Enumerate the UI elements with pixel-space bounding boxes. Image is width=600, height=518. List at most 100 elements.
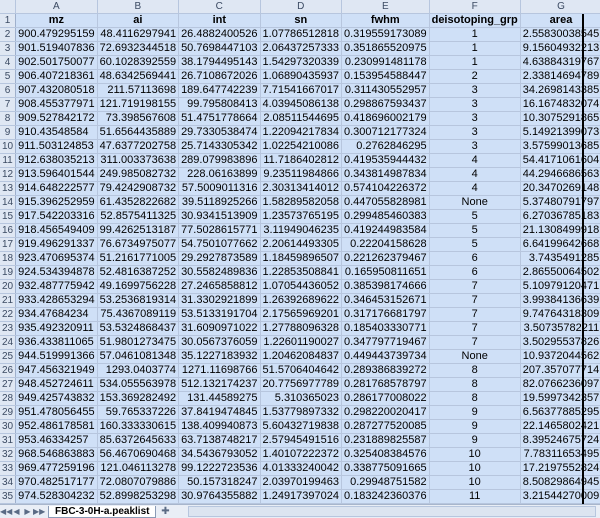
- data-cell[interactable]: 51.9801273475: [97, 335, 180, 350]
- data-cell[interactable]: 0.281768578797: [341, 377, 430, 392]
- data-cell[interactable]: 2.57945491516: [260, 433, 343, 448]
- data-cell[interactable]: 3.50735782211: [520, 321, 600, 336]
- data-cell[interactable]: 0.300712177324: [341, 125, 430, 140]
- data-cell[interactable]: 10.9372044562: [520, 349, 600, 364]
- data-cell[interactable]: 910.43548584: [15, 125, 98, 140]
- data-cell[interactable]: 1.24917397024: [260, 489, 343, 504]
- row-header[interactable]: 21: [0, 293, 17, 308]
- data-cell[interactable]: 918.456549409: [15, 223, 98, 238]
- data-cell[interactable]: 30.0567376059: [178, 335, 261, 350]
- data-cell[interactable]: 0.317176681797: [341, 307, 430, 322]
- data-cell[interactable]: 0.22204158628: [341, 237, 430, 252]
- data-cell[interactable]: 512.132174237: [178, 377, 261, 392]
- data-cell[interactable]: 9: [429, 433, 521, 448]
- data-cell[interactable]: 0.347797719467: [341, 335, 430, 350]
- data-cell[interactable]: 948.452724611: [15, 377, 98, 392]
- data-cell[interactable]: 5.60432719838: [260, 419, 343, 434]
- data-cell[interactable]: 534.055563978: [97, 377, 180, 392]
- data-cell[interactable]: 44.2946686563: [520, 167, 600, 182]
- data-cell[interactable]: 1.22094217834: [260, 125, 343, 140]
- data-cell[interactable]: 5.10979120471: [520, 279, 600, 294]
- data-cell[interactable]: 901.519407836: [15, 41, 98, 56]
- data-cell[interactable]: 0.230991481178: [341, 55, 430, 70]
- row-header[interactable]: 30: [0, 419, 17, 434]
- data-cell[interactable]: 1: [429, 41, 521, 56]
- data-cell[interactable]: 51.6564435889: [97, 125, 180, 140]
- data-cell[interactable]: 3: [429, 83, 521, 98]
- data-cell[interactable]: 7: [429, 321, 521, 336]
- data-cell[interactable]: 902.501750077: [15, 55, 98, 70]
- data-cell[interactable]: 4.63884319767: [520, 55, 600, 70]
- data-cell[interactable]: 50.7698447103: [178, 41, 261, 56]
- data-cell[interactable]: 900.479295159: [15, 27, 98, 42]
- data-cell[interactable]: 19.5997342357: [520, 391, 600, 406]
- data-cell[interactable]: 912.638035213: [15, 153, 98, 168]
- data-cell[interactable]: 4: [429, 167, 521, 182]
- data-cell[interactable]: 5: [429, 237, 521, 252]
- data-cell[interactable]: 121.719198155: [97, 97, 180, 112]
- data-cell[interactable]: 72.0807079886: [97, 475, 180, 490]
- data-cell[interactable]: 0.286177008022: [341, 391, 430, 406]
- data-cell[interactable]: 56.4670690468: [97, 447, 180, 462]
- data-cell[interactable]: 1.58289582058: [260, 195, 343, 210]
- data-cell[interactable]: 4.03945086138: [260, 97, 343, 112]
- data-cell[interactable]: 909.527842172: [15, 111, 98, 126]
- data-cell[interactable]: 0.419535944432: [341, 153, 430, 168]
- data-cell[interactable]: 934.47684234: [15, 307, 98, 322]
- data-cell[interactable]: 9.74764318309: [520, 307, 600, 322]
- data-cell[interactable]: 944.519991366: [15, 349, 98, 364]
- data-cell[interactable]: 0.298220020417: [341, 405, 430, 420]
- data-cell[interactable]: 1.54297320339: [260, 55, 343, 70]
- data-cell[interactable]: 2.08511544695: [260, 111, 343, 126]
- data-cell[interactable]: 919.496291337: [15, 237, 98, 252]
- data-cell[interactable]: 2.33814694789: [520, 69, 600, 84]
- data-cell[interactable]: 3: [429, 139, 521, 154]
- data-cell[interactable]: 7: [429, 335, 521, 350]
- data-cell[interactable]: 935.492320911: [15, 321, 98, 336]
- row-header[interactable]: 20: [0, 279, 17, 294]
- column-title-cell[interactable]: mz: [15, 13, 98, 28]
- data-cell[interactable]: 1: [429, 27, 521, 42]
- data-cell[interactable]: 1.22853508841: [260, 265, 343, 280]
- column-header-g[interactable]: G: [520, 0, 600, 14]
- data-cell[interactable]: 3.11949046235: [260, 223, 343, 238]
- row-header[interactable]: 24: [0, 335, 17, 350]
- data-cell[interactable]: 27.2465858812: [178, 279, 261, 294]
- new-sheet-icon[interactable]: ✚: [158, 506, 172, 517]
- data-cell[interactable]: 311.003373638: [97, 153, 180, 168]
- data-cell[interactable]: 138.409940873: [178, 419, 261, 434]
- data-cell[interactable]: 0.153954588447: [341, 69, 430, 84]
- row-header[interactable]: 16: [0, 223, 17, 238]
- data-cell[interactable]: 0.418696002179: [341, 111, 430, 126]
- data-cell[interactable]: 911.503124853: [15, 139, 98, 154]
- data-cell[interactable]: 51.4751778664: [178, 111, 261, 126]
- data-cell[interactable]: 10: [429, 447, 521, 462]
- row-header[interactable]: 12: [0, 167, 17, 182]
- data-cell[interactable]: 6: [429, 265, 521, 280]
- row-header[interactable]: 32: [0, 447, 17, 462]
- data-cell[interactable]: 915.396252959: [15, 195, 98, 210]
- column-header-c[interactable]: C: [178, 0, 261, 14]
- data-cell[interactable]: 2.30313414012: [260, 181, 343, 196]
- data-cell[interactable]: 913.596401544: [15, 167, 98, 182]
- data-cell[interactable]: 1.23573765195: [260, 209, 343, 224]
- data-cell[interactable]: 54.7501077662: [178, 237, 261, 252]
- data-cell[interactable]: 1271.11698766: [178, 363, 261, 378]
- data-cell[interactable]: 17.2197552824: [520, 461, 600, 476]
- column-header-d[interactable]: D: [260, 0, 343, 14]
- data-cell[interactable]: 914.648222577: [15, 181, 98, 196]
- data-cell[interactable]: 47.6377202758: [97, 139, 180, 154]
- data-cell[interactable]: 923.470695374: [15, 251, 98, 266]
- data-cell[interactable]: 99.795808413: [178, 97, 261, 112]
- data-cell[interactable]: 211.57113698: [97, 83, 180, 98]
- data-cell[interactable]: 0.449443739734: [341, 349, 430, 364]
- data-cell[interactable]: 11.7186402812: [260, 153, 343, 168]
- data-cell[interactable]: 6: [429, 251, 521, 266]
- data-cell[interactable]: 9.15604932213: [520, 41, 600, 56]
- data-cell[interactable]: 4.01333240042: [260, 461, 343, 476]
- data-cell[interactable]: 7: [429, 279, 521, 294]
- data-cell[interactable]: 3: [429, 97, 521, 112]
- data-cell[interactable]: 51.5706404642: [260, 363, 343, 378]
- data-cell[interactable]: 53.2536819314: [97, 293, 180, 308]
- data-cell[interactable]: 1.07786512818: [260, 27, 343, 42]
